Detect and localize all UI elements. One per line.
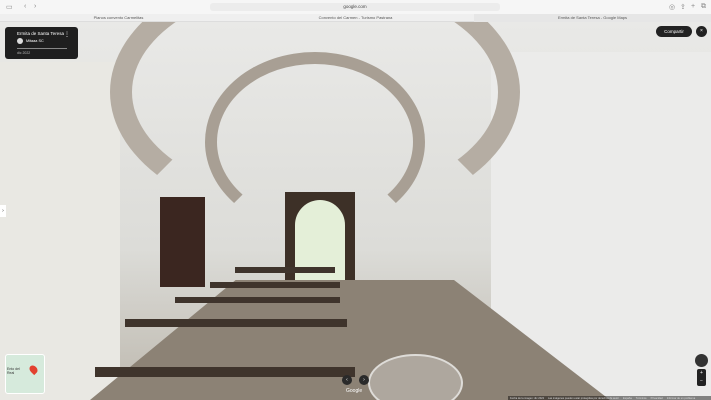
privacy-link[interactable]: Privacidad <box>651 397 663 400</box>
capture-date: dic 2022 <box>17 51 31 55</box>
share-button[interactable]: Compartir <box>656 26 692 37</box>
compass-icon[interactable] <box>695 354 708 367</box>
map-label: Ento del Real <box>7 367 20 375</box>
google-logo: Google <box>346 388 363 394</box>
map-pin-icon <box>27 363 40 376</box>
previous-button[interactable]: ‹ <box>342 375 352 385</box>
bench <box>175 297 340 303</box>
sidebar-icon[interactable]: ▭ <box>6 3 13 11</box>
bench <box>210 282 340 288</box>
share-icon[interactable]: ⇪ <box>680 3 686 11</box>
window <box>160 197 205 287</box>
forward-icon[interactable]: › <box>34 3 36 10</box>
avatar <box>17 38 23 44</box>
bench <box>95 367 355 377</box>
zoom-controls: + − <box>697 369 706 386</box>
expand-panel-button[interactable]: › <box>0 205 6 217</box>
close-button[interactable]: × <box>696 26 707 37</box>
minimap[interactable]: Ento del Real <box>5 354 45 394</box>
tab-bar: Planos convento Carmelitas Convento del … <box>0 14 711 22</box>
footer: Fecha de la imagen: dic 2022 Las imágene… <box>508 396 711 400</box>
author-link[interactable]: Mitaaa SC <box>26 39 44 43</box>
download-icon[interactable]: ◎ <box>669 3 675 11</box>
report-link[interactable]: Informar de un problema <box>667 397 695 400</box>
more-options-icon[interactable]: ⋮ <box>64 31 70 38</box>
tab-active[interactable]: Ermita de Santa Teresa - Google Maps <box>474 14 711 22</box>
back-icon[interactable]: ‹ <box>24 3 26 10</box>
new-tab-icon[interactable]: + <box>691 3 695 10</box>
copyright-notice: Las imágenes pueden estar protegidas por… <box>548 396 619 400</box>
terms-link[interactable]: Términos <box>636 397 647 400</box>
tabs-overview-icon[interactable]: ⧉ <box>701 3 706 11</box>
url-bar[interactable]: google.com <box>210 3 500 11</box>
bench <box>125 319 347 327</box>
street-view-panorama[interactable] <box>0 22 711 400</box>
bench <box>235 267 335 273</box>
browser-toolbar: ▭ ‹ › google.com ◎ ⇪ + ⧉ <box>0 0 711 14</box>
region-link[interactable]: España <box>623 397 632 400</box>
tab[interactable]: Planos convento Carmelitas <box>0 14 237 22</box>
next-button[interactable]: › <box>359 375 369 385</box>
zoom-in-button[interactable]: + <box>697 369 706 377</box>
zoom-out-button[interactable]: − <box>697 377 706 385</box>
divider <box>17 48 67 49</box>
place-card: Ermita de Santa Teresa Mitaaa SC dic 202… <box>5 27 78 59</box>
wall <box>0 62 120 400</box>
tab[interactable]: Convento del Carmen - Turismo Pastrana <box>237 14 474 22</box>
image-date: Fecha de la imagen: dic 2022 <box>510 396 545 400</box>
